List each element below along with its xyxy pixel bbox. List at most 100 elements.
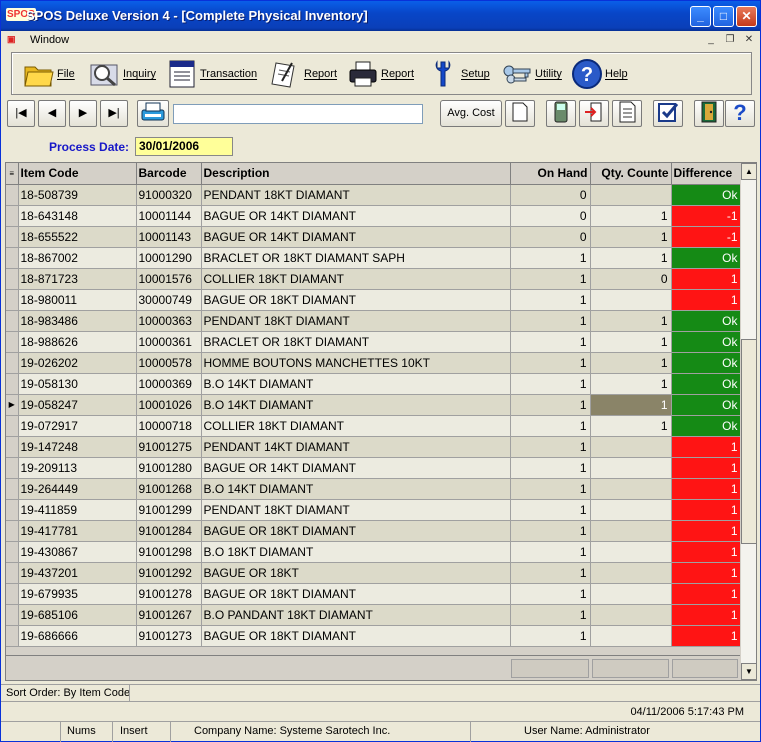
cell-qty-counted[interactable] <box>590 562 672 584</box>
maximize-button[interactable]: □ <box>713 6 734 27</box>
cell-difference[interactable]: 1 <box>671 478 742 500</box>
report-document-button[interactable] <box>612 100 642 127</box>
cell-description[interactable]: B.O 14KT DIAMANT <box>201 478 511 500</box>
cell-description[interactable]: BAGUE OR 18KT <box>201 562 511 584</box>
row-indicator[interactable] <box>6 226 19 248</box>
cell-qty-counted[interactable] <box>590 541 672 563</box>
row-indicator[interactable] <box>6 184 19 206</box>
table-row[interactable]: 19-264449 91001268 B.O 14KT DIAMANT 1 1 <box>6 478 742 500</box>
cell-description[interactable]: BAGUE OR 18KT DIAMANT <box>201 520 511 542</box>
cell-item-code[interactable]: 18-655522 <box>18 226 137 248</box>
row-indicator[interactable] <box>6 268 19 290</box>
cell-description[interactable]: PENDANT 18KT DIAMANT <box>201 310 511 332</box>
cell-barcode[interactable]: 91001273 <box>136 625 202 647</box>
cell-description[interactable]: B.O 18KT DIAMANT <box>201 541 511 563</box>
cell-item-code[interactable]: 19-411859 <box>18 499 137 521</box>
minimize-button[interactable]: _ <box>690 6 711 27</box>
col-header-qty-counted[interactable]: Qty. Counte <box>590 163 672 185</box>
cell-on-hand[interactable]: 1 <box>510 457 591 479</box>
cell-on-hand[interactable]: 1 <box>510 268 591 290</box>
cell-description[interactable]: HOMME BOUTONS MANCHETTES 10KT <box>201 352 511 374</box>
cell-on-hand[interactable]: 1 <box>510 541 591 563</box>
table-row[interactable]: 18-643148 10001144 BAGUE OR 14KT DIAMANT 0 1… <box>6 205 742 227</box>
menu-window[interactable]: Window <box>30 34 69 46</box>
cell-qty-counted[interactable] <box>590 289 672 311</box>
toolbar-setup-button[interactable]: Setup <box>426 57 490 91</box>
row-indicator[interactable] <box>6 583 19 605</box>
cell-barcode[interactable]: 10000718 <box>136 415 202 437</box>
cell-on-hand[interactable]: 1 <box>510 562 591 584</box>
toolbar-utility-button[interactable]: Utility <box>500 57 562 91</box>
row-indicator[interactable] <box>6 205 19 227</box>
cell-qty-counted[interactable]: 1 <box>590 310 672 332</box>
cell-on-hand[interactable]: 1 <box>510 352 591 374</box>
cell-qty-counted[interactable] <box>590 604 672 626</box>
validate-button[interactable] <box>653 100 683 127</box>
new-document-button[interactable] <box>505 100 535 127</box>
table-row[interactable]: 19-026202 10000578 HOMME BOUTONS MANCHETTE… <box>6 352 742 374</box>
cell-qty-counted[interactable]: 1 <box>590 205 672 227</box>
cell-qty-counted[interactable] <box>590 184 672 206</box>
handheld-scanner-button[interactable] <box>546 100 576 127</box>
table-row[interactable]: 18-655522 10001143 BAGUE OR 14KT DIAMANT 0 1… <box>6 226 742 248</box>
cell-barcode[interactable]: 91001299 <box>136 499 202 521</box>
cell-difference[interactable]: Ok <box>671 394 742 416</box>
process-date-field[interactable]: 30/01/2006 <box>135 137 233 156</box>
table-row[interactable]: 19-072917 10000718 COLLIER 18KT DIAMANT 1 1 O… <box>6 415 742 437</box>
cell-barcode[interactable]: 91001280 <box>136 457 202 479</box>
cell-difference[interactable]: Ok <box>671 415 742 437</box>
cell-barcode[interactable]: 91001292 <box>136 562 202 584</box>
cell-on-hand[interactable]: 1 <box>510 394 591 416</box>
cell-item-code[interactable]: 19-026202 <box>18 352 137 374</box>
cell-barcode[interactable]: 91001267 <box>136 604 202 626</box>
exit-button[interactable] <box>694 100 724 127</box>
cell-description[interactable]: BAGUE OR 18KT DIAMANT <box>201 289 511 311</box>
title-bar[interactable]: SPOS SPOS Deluxe Version 4 - [Complete P… <box>1 1 760 31</box>
col-header-on-hand[interactable]: On Hand <box>510 163 591 185</box>
cell-difference[interactable]: 1 <box>671 625 742 647</box>
cell-description[interactable]: PENDANT 18KT DIAMANT <box>201 184 511 206</box>
cell-item-code[interactable]: 18-983486 <box>18 310 137 332</box>
cell-difference[interactable]: Ok <box>671 373 742 395</box>
next-record-button[interactable]: ▶ <box>69 100 97 127</box>
row-indicator[interactable] <box>6 541 19 563</box>
toolbar-inquiry-button[interactable]: Inquiry <box>88 57 156 91</box>
cell-difference[interactable]: 1 <box>671 457 742 479</box>
col-header-description[interactable]: Description <box>201 163 511 185</box>
cell-difference[interactable]: -1 <box>671 205 742 227</box>
cell-item-code[interactable]: 18-643148 <box>18 205 137 227</box>
prev-record-button[interactable]: ◀ <box>38 100 66 127</box>
col-header-barcode[interactable]: Barcode <box>136 163 202 185</box>
cell-on-hand[interactable]: 1 <box>510 436 591 458</box>
cell-description[interactable]: PENDANT 14KT DIAMANT <box>201 436 511 458</box>
scanner-button[interactable] <box>137 100 169 127</box>
cell-difference[interactable]: 1 <box>671 562 742 584</box>
table-row[interactable]: 19-209113 91001280 BAGUE OR 14KT DIAMANT 1 1 <box>6 457 742 479</box>
cell-description[interactable]: COLLIER 18KT DIAMANT <box>201 268 511 290</box>
table-row[interactable]: 19-411859 91001299 PENDANT 18KT DIAMANT 1 1 <box>6 499 742 521</box>
cell-barcode[interactable]: 10000369 <box>136 373 202 395</box>
cell-item-code[interactable]: 18-871723 <box>18 268 137 290</box>
table-row[interactable]: 18-871723 10001576 COLLIER 18KT DIAMANT 1 0 1 <box>6 268 742 290</box>
cell-on-hand[interactable]: 1 <box>510 247 591 269</box>
cell-item-code[interactable]: 18-508739 <box>18 184 137 206</box>
cell-barcode[interactable]: 10001290 <box>136 247 202 269</box>
toolbar-transaction-button[interactable]: Transaction <box>165 57 257 91</box>
cell-qty-counted[interactable]: 1 <box>590 226 672 248</box>
import-button[interactable] <box>579 100 609 127</box>
mdi-close-button[interactable]: ✕ <box>741 33 757 48</box>
row-indicator[interactable] <box>6 478 19 500</box>
grid-corner[interactable]: ≡ <box>6 163 19 185</box>
cell-difference[interactable]: Ok <box>671 352 742 374</box>
cell-difference[interactable]: 1 <box>671 520 742 542</box>
col-header-difference[interactable]: Difference <box>671 163 742 185</box>
cell-description[interactable]: PENDANT 18KT DIAMANT <box>201 499 511 521</box>
cell-difference[interactable]: Ok <box>671 331 742 353</box>
cell-qty-counted[interactable]: 1 <box>590 394 672 416</box>
cell-on-hand[interactable]: 1 <box>510 289 591 311</box>
cell-barcode[interactable]: 91001268 <box>136 478 202 500</box>
cell-difference[interactable]: 1 <box>671 541 742 563</box>
col-header-item-code[interactable]: Item Code <box>18 163 137 185</box>
row-indicator[interactable] <box>6 415 19 437</box>
cell-item-code[interactable]: 19-417781 <box>18 520 137 542</box>
